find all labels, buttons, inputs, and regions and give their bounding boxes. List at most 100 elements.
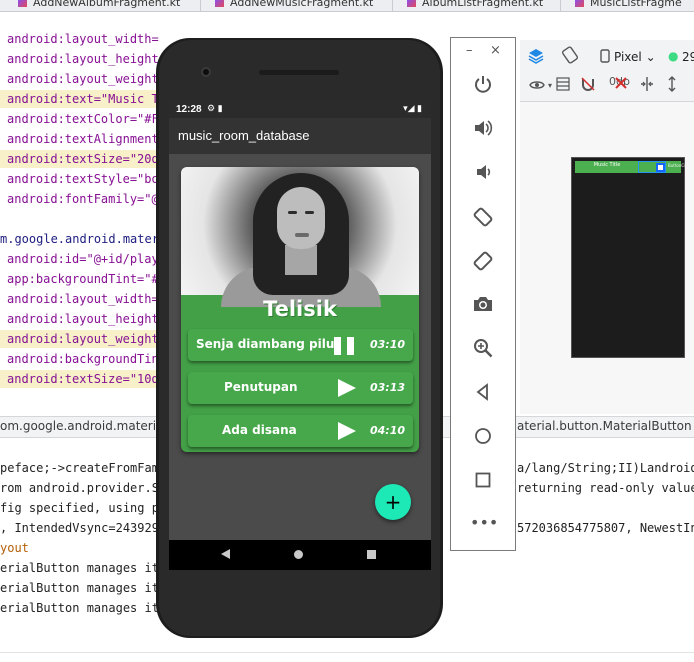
- song-item[interactable]: Ada disana 04:10: [188, 415, 413, 447]
- status-signal-battery-icons: ▾◢ ▮: [403, 103, 422, 113]
- back-icon[interactable]: [470, 380, 496, 406]
- status-time: 12:28: [176, 104, 202, 115]
- api-level-selector[interactable]: 29: [682, 50, 694, 64]
- layers-icon[interactable]: [528, 48, 544, 68]
- device-icon[interactable]: [600, 49, 610, 67]
- layout-blueprint-preview[interactable]: [571, 157, 685, 358]
- code-line: android:text="Music Ti: [0, 90, 160, 108]
- power-icon[interactable]: [470, 72, 496, 98]
- log-line: erialButton manages its: [0, 601, 160, 615]
- dropdown-chevron-icon[interactable]: ▾: [548, 81, 552, 90]
- log-line-tail: returning read-only value: [517, 481, 694, 495]
- song-name: Penutupan: [224, 380, 298, 394]
- play-icon[interactable]: [338, 422, 356, 440]
- tab-add-new-album-fragment[interactable]: AddNewAlbumFragment.kt: [18, 0, 180, 11]
- code-line: android:layout_width=": [7, 32, 160, 46]
- rotate-right-icon[interactable]: [470, 248, 496, 274]
- blueprint-icon[interactable]: [556, 77, 570, 95]
- volume-down-icon[interactable]: [470, 160, 496, 186]
- log-line: yout: [0, 541, 29, 555]
- device-selector[interactable]: Pixel ⌄: [614, 50, 656, 64]
- song-item[interactable]: Penutupan 03:13: [188, 372, 413, 404]
- breadcrumb-left[interactable]: om.google.android.material.c: [0, 419, 177, 433]
- camera-icon[interactable]: [470, 292, 496, 318]
- code-line: android:textAlignment=: [7, 132, 160, 146]
- editor-tab-bar: AddNewAlbumFragment.kt AddNewMusicFragme…: [0, 0, 694, 12]
- tab-add-new-music-fragment[interactable]: AddNewMusicFragment.kt: [215, 0, 373, 11]
- log-line: erialButton manages its: [0, 581, 160, 595]
- code-line: android:textSize="10dp: [0, 370, 160, 388]
- kotlin-file-icon: [575, 0, 584, 7]
- code-line: android:layout_weight=: [7, 72, 160, 86]
- tab-album-list-fragment[interactable]: AlbumListFragment.kt: [407, 0, 543, 11]
- album-card[interactable]: Telisik Senja diambang pilu 03:10 Penutu…: [181, 167, 419, 452]
- log-line: rom android.provider.Se: [0, 481, 160, 495]
- close-icon[interactable]: ×: [490, 43, 501, 58]
- code-line: m.google.android.mater: [0, 232, 159, 246]
- code-line: android:textStyle="bol: [7, 172, 160, 186]
- add-fab-button[interactable]: +: [375, 484, 411, 520]
- code-line: android:id="@+id/playB: [7, 252, 160, 266]
- volume-up-icon[interactable]: [470, 116, 496, 142]
- album-cover-image: [181, 167, 419, 307]
- code-line: android:layout_weight=: [0, 330, 160, 348]
- log-line: fig specified, using pi: [0, 501, 160, 515]
- more-icon[interactable]: •••: [470, 510, 498, 536]
- code-line: android:textColor="#F: [7, 112, 159, 126]
- song-name: Ada disana: [222, 423, 297, 437]
- xml-code-editor[interactable]: android:layout_width=" android:layout_hei…: [0, 30, 160, 398]
- emulator-screen[interactable]: 12:28 ⚙ ▮ ▾◢ ▮ music_room_database Telis…: [169, 100, 431, 540]
- code-line: android:layout_width=": [7, 292, 160, 306]
- zoom-icon[interactable]: [470, 336, 496, 362]
- kotlin-file-icon: [407, 0, 416, 7]
- tab-music-list-fragment[interactable]: MusicListFragme: [575, 0, 682, 11]
- clear-constraints-icon[interactable]: [614, 76, 628, 94]
- panel-divider: [0, 652, 694, 653]
- song-duration: 03:10: [369, 338, 405, 351]
- tab-separator: [392, 0, 393, 11]
- eye-icon[interactable]: [529, 77, 545, 95]
- album-title: Telisik: [263, 297, 337, 321]
- log-line: , IntendedVsync=2439295: [0, 521, 160, 535]
- code-line: android:layout_height: [7, 312, 159, 326]
- nav-back-icon[interactable]: [221, 549, 230, 559]
- song-name: Senja diambang pilu: [196, 337, 335, 351]
- log-line: peface;->createFromFami: [0, 461, 160, 475]
- play-icon[interactable]: [338, 379, 356, 397]
- log-line-tail: a/lang/String;II)Landroid/g: [517, 461, 694, 475]
- home-icon[interactable]: [470, 424, 496, 450]
- code-line: android:textSize="20dp: [0, 150, 160, 168]
- song-item[interactable]: Senja diambang pilu 03:10: [188, 329, 413, 361]
- song-duration: 04:10: [369, 424, 405, 437]
- code-line: android:layout_height: [7, 52, 159, 66]
- breadcrumb-right[interactable]: aterial.button.MaterialButton: [517, 419, 692, 433]
- code-line: android:fontFamily="@f: [7, 192, 160, 206]
- kotlin-file-icon: [18, 0, 27, 7]
- minimize-icon[interactable]: –: [466, 43, 473, 58]
- front-camera: [201, 67, 211, 77]
- overview-icon[interactable]: [470, 468, 496, 494]
- app-title: music_room_database: [178, 128, 310, 143]
- magnet-off-icon[interactable]: [580, 76, 596, 96]
- log-line: erialButton manages its: [0, 561, 160, 575]
- kotlin-file-icon: [215, 0, 224, 7]
- rotate-left-icon[interactable]: [470, 204, 496, 230]
- pause-icon[interactable]: [334, 337, 356, 355]
- pack-horizontal-icon[interactable]: [639, 77, 655, 95]
- blueprint-title-text: Music Title: [593, 162, 621, 168]
- orientation-icon[interactable]: [561, 46, 579, 68]
- code-line: android:backgroundTint: [7, 352, 160, 366]
- status-bar: 12:28 ⚙ ▮ ▾◢ ▮: [169, 100, 431, 118]
- status-notification-icons: ⚙ ▮: [207, 103, 223, 113]
- nav-overview-icon[interactable]: [367, 550, 376, 559]
- tab-separator: [560, 0, 561, 11]
- earpiece-speaker: [259, 70, 339, 75]
- nav-home-icon[interactable]: [294, 550, 303, 559]
- blueprint-resize-handle[interactable]: [656, 163, 665, 172]
- code-line: app:backgroundTint="#: [7, 272, 159, 286]
- blueprint-button-text: ButtonCu: [668, 163, 687, 168]
- log-line-tail: 572036854775807, NewestInpu: [517, 521, 694, 535]
- pack-vertical-icon[interactable]: [666, 76, 678, 96]
- song-duration: 03:13: [369, 381, 405, 394]
